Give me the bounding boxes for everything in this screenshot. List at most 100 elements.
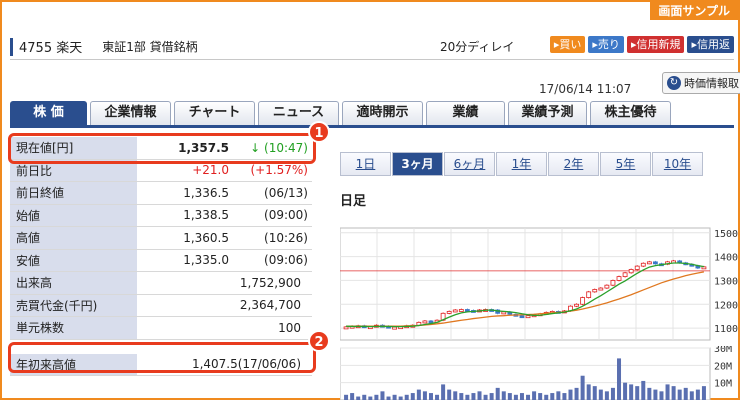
prev-close-date: (06/13) xyxy=(264,185,308,200)
period-10y[interactable]: 10年 xyxy=(652,152,703,176)
candle-body xyxy=(628,269,634,274)
volume-bar xyxy=(556,391,561,400)
period-1d[interactable]: 1日 xyxy=(340,152,391,176)
unit-shares-value: 100 xyxy=(278,320,301,335)
volume-bar xyxy=(695,389,700,400)
volume-bar xyxy=(526,394,531,400)
candle-body xyxy=(598,287,604,291)
y-tick-label: 1100 xyxy=(714,324,738,335)
tab-stock-price[interactable]: 株 価 xyxy=(10,101,87,125)
volume-bar xyxy=(374,394,379,400)
quote-label: 出来高 xyxy=(10,272,137,294)
volume-bar xyxy=(465,394,470,400)
candle-body xyxy=(525,315,531,319)
turnover-value: 2,364,700 xyxy=(239,298,301,313)
volume-bar xyxy=(623,382,628,400)
volume-bar xyxy=(574,387,579,400)
candle-body xyxy=(519,315,525,319)
volume-tick-label: 30M xyxy=(714,346,732,355)
volume-bar xyxy=(550,393,555,400)
quote-label: 始値 xyxy=(10,204,137,226)
refresh-quote-button[interactable]: ↻ 時価情報取 xyxy=(662,72,740,94)
margin-return-button[interactable]: ▸信用返 xyxy=(687,36,734,53)
highlight-current-price xyxy=(8,133,316,164)
tab-earnings-forecast[interactable]: 業績予測 xyxy=(508,101,587,125)
tab-chart[interactable]: チャート xyxy=(174,101,255,125)
refresh-label: 時価情報取 xyxy=(684,77,739,90)
volume-bar xyxy=(671,386,676,400)
volume-bar xyxy=(647,387,652,400)
volume-bar xyxy=(653,389,658,400)
tab-shareholder-benefits[interactable]: 株主優待 xyxy=(590,101,671,125)
change-percent: (+1.57%) xyxy=(250,163,308,178)
refresh-icon: ↻ xyxy=(667,76,681,90)
change-value: +21.0 xyxy=(192,163,229,178)
volume-bar xyxy=(477,391,482,400)
candle-body xyxy=(392,326,397,330)
volume-bar xyxy=(344,394,349,400)
header-accent-bar xyxy=(10,37,13,56)
volume-tick-label: 20M xyxy=(714,361,732,372)
volume-bar xyxy=(422,391,427,400)
candle-body xyxy=(610,280,616,286)
high-time: (10:26) xyxy=(264,230,308,245)
period-5y[interactable]: 5年 xyxy=(600,152,651,176)
quote-row-unit: 単元株数 100 xyxy=(10,317,312,340)
tab-earnings[interactable]: 業績 xyxy=(426,101,505,125)
high-value: 1,360.5 xyxy=(183,230,229,245)
quote-label: 売買代金(千円) xyxy=(10,294,137,316)
volume-bar xyxy=(598,389,603,400)
low-time: (09:06) xyxy=(264,253,308,268)
period-6m[interactable]: 6ヶ月 xyxy=(444,152,495,176)
y-tick-label: 1300 xyxy=(714,276,738,287)
volume-bar xyxy=(659,391,664,400)
volume-bar xyxy=(519,393,524,400)
candle-body xyxy=(446,311,452,314)
tab-news[interactable]: ニュース xyxy=(258,101,339,125)
volume-bar xyxy=(404,394,409,400)
price-chart: 1100 1200 1300 1400 1500 xyxy=(340,227,738,341)
volume-bar xyxy=(538,393,543,400)
volume-bar xyxy=(350,393,355,400)
quote-row-high: 高値 1,360.5 (10:26) xyxy=(10,227,312,250)
volume-bar xyxy=(544,394,549,400)
candle-body xyxy=(646,261,652,265)
volume-bar xyxy=(398,396,403,400)
volume-bar xyxy=(368,396,373,400)
margin-new-button[interactable]: ▸信用新規 xyxy=(626,36,685,53)
period-2y[interactable]: 2年 xyxy=(548,152,599,176)
volume-bar xyxy=(507,393,512,400)
candle-body xyxy=(574,303,579,307)
volume-bar xyxy=(677,389,682,400)
quote-table: 現在値[円] 1,357.5 ↓ (10:47) 前日比 +21.0 (+1.5… xyxy=(10,137,312,376)
trade-buttons: ▸買い ▸売り ▸信用新規 ▸信用返 xyxy=(549,36,734,53)
volume-bar xyxy=(471,393,476,400)
period-1y[interactable]: 1年 xyxy=(496,152,547,176)
volume-bar xyxy=(441,384,446,400)
candle-body xyxy=(580,297,586,305)
quote-row-prev-close: 前日終値 1,336.5 (06/13) xyxy=(10,182,312,205)
volume-bar xyxy=(683,387,688,400)
tab-company-info[interactable]: 企業情報 xyxy=(90,101,171,125)
volume-bar xyxy=(501,391,506,400)
volume-bar xyxy=(489,393,494,400)
volume-bar xyxy=(362,394,367,400)
volume-bar xyxy=(568,389,573,400)
market-info: 東証1部 貸借銘柄 xyxy=(102,40,198,54)
volume-bar xyxy=(513,394,518,400)
volume-bar xyxy=(356,396,361,400)
sell-button[interactable]: ▸売り xyxy=(588,36,624,53)
quote-label: 単元株数 xyxy=(10,317,137,339)
candle-body xyxy=(422,320,428,324)
candle-body xyxy=(616,276,622,281)
volume-bar xyxy=(665,384,670,400)
period-3m[interactable]: 3ヶ月 xyxy=(392,152,443,176)
quote-label: 前日終値 xyxy=(10,182,137,204)
sample-badge: 画面サンプル xyxy=(650,2,738,20)
buy-button[interactable]: ▸買い xyxy=(549,36,586,53)
volume-bar xyxy=(592,386,597,400)
quote-label: 安値 xyxy=(10,249,137,271)
tab-disclosure[interactable]: 適時開示 xyxy=(342,101,423,125)
candle-body xyxy=(586,291,592,298)
stock-header: 4755 楽天 東証1部 貸借銘柄 20分ディレイ ▸買い ▸売り ▸信用新規 … xyxy=(10,34,734,60)
